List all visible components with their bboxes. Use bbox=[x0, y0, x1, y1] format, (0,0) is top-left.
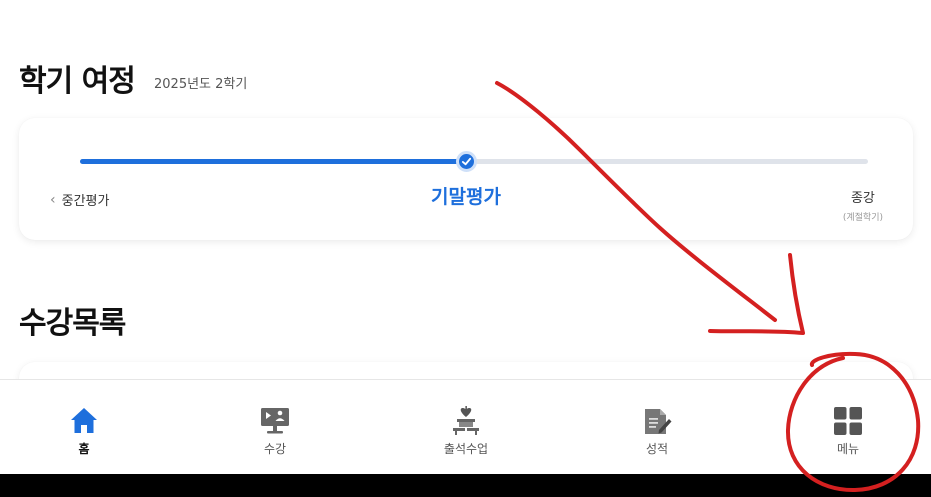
nav-item-grades[interactable]: 성적 bbox=[597, 406, 717, 457]
nav-item-menu[interactable]: 메뉴 bbox=[788, 406, 908, 457]
progress-track bbox=[80, 151, 868, 172]
nav-label-attendance-class: 출석수업 bbox=[443, 442, 489, 456]
nav-label-lectures: 수강 bbox=[263, 442, 287, 456]
page-title: 학기 여정 bbox=[19, 64, 136, 99]
nav-label-menu: 메뉴 bbox=[836, 442, 860, 456]
semester-journey-card: ‹ 중간평가 기말평가 종강 (계절학기) bbox=[19, 118, 913, 240]
next-stage-sublabel: (계절학기) bbox=[842, 213, 883, 223]
lecture-monitor-icon bbox=[261, 408, 289, 434]
check-icon bbox=[461, 157, 471, 166]
nav-item-lectures[interactable]: 수강 bbox=[215, 406, 335, 457]
semester-label: 2025년도 2학기 bbox=[154, 77, 248, 92]
nav-item-attendance-class[interactable]: 출석수업 bbox=[406, 406, 526, 457]
section-title-courses: 수강목록 bbox=[19, 306, 126, 341]
current-stage-label: 기말평가 bbox=[431, 186, 501, 208]
next-stage-label: 종강 bbox=[850, 191, 875, 206]
classroom-desk-icon bbox=[453, 406, 479, 435]
progress-fill bbox=[80, 159, 467, 164]
grid-menu-icon bbox=[834, 407, 862, 435]
nav-item-home[interactable]: 홈 bbox=[24, 406, 144, 457]
nav-label-grades: 성적 bbox=[645, 442, 669, 456]
next-stage-button[interactable]: 종강 (계절학기) bbox=[843, 187, 883, 223]
home-icon bbox=[71, 408, 97, 433]
annotation-arrow-head bbox=[708, 253, 805, 335]
system-bar bbox=[0, 474, 931, 497]
bottom-navigation: 홈 수강 출석수업 성적 메뉴 bbox=[0, 379, 931, 474]
nav-label-home: 홈 bbox=[78, 442, 90, 456]
progress-current-dot bbox=[455, 151, 477, 172]
grade-report-icon bbox=[645, 409, 672, 434]
